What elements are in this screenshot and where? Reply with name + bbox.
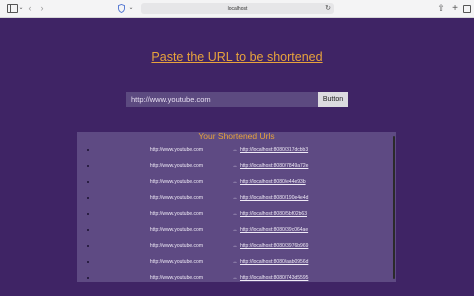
back-icon[interactable]: ‹ <box>26 3 34 14</box>
shield-icon[interactable] <box>117 3 125 14</box>
list-item: http://www.youtube.com ↔ http://localhost:… <box>77 241 396 251</box>
original-url: http://www.youtube.com <box>149 195 203 201</box>
original-url: http://www.youtube.com <box>149 243 203 249</box>
arrow-icon: ↔ <box>232 275 238 281</box>
original-url: http://www.youtube.com <box>149 275 203 281</box>
list-item: http://www.youtube.com ↔ http://localhost:… <box>77 209 396 219</box>
bullet-icon <box>87 245 89 247</box>
address-text: localhost <box>227 5 248 12</box>
list-item: http://www.youtube.com ↔ http://localhost:… <box>77 273 396 282</box>
arrow-icon: ↔ <box>232 147 238 153</box>
original-url: http://www.youtube.com <box>149 211 203 217</box>
shortened-urls-panel: Your Shortened Urls http://www.youtube.c… <box>77 132 396 282</box>
shorten-button[interactable]: Button <box>318 92 348 107</box>
address-bar[interactable]: localhost ↻ <box>141 3 334 14</box>
sidebar-icon[interactable] <box>5 3 19 14</box>
browser-toolbar: ⌄ ‹ › ⌄ localhost ↻ ⇧ + <box>0 0 474 18</box>
short-url-link[interactable]: http://localhost:8080/39c064ae <box>240 225 308 235</box>
list-item: http://www.youtube.com ↔ http://localhost:… <box>77 193 396 203</box>
bullet-icon <box>87 149 89 151</box>
short-url-link[interactable]: http://localhost:8080/3976b969 <box>240 241 308 251</box>
url-input[interactable] <box>126 92 318 107</box>
list-item: http://www.youtube.com ↔ http://localhost:… <box>77 257 396 267</box>
chevron-down-icon[interactable]: ⌄ <box>128 3 134 14</box>
scrollbar[interactable] <box>393 136 395 279</box>
short-url-link[interactable]: http://localhost:8080/317dcbb3 <box>240 145 308 155</box>
bullet-icon <box>87 261 89 263</box>
original-url: http://www.youtube.com <box>149 259 203 265</box>
new-tab-icon[interactable]: + <box>451 3 459 14</box>
shortened-urls-title: Your Shortened Urls <box>198 132 275 141</box>
short-url-link[interactable]: http://localhost:8080/743d5595 <box>240 273 308 282</box>
bullet-icon <box>87 213 89 215</box>
list-item: http://www.youtube.com ↔ http://localhost:… <box>77 177 396 187</box>
reload-icon[interactable]: ↻ <box>325 3 331 14</box>
short-url-link[interactable]: http://localhost:8080/aab0956d <box>240 257 308 267</box>
bullet-icon <box>87 277 89 279</box>
list-item: http://www.youtube.com ↔ http://localhost:… <box>77 225 396 235</box>
original-url: http://www.youtube.com <box>149 147 203 153</box>
arrow-icon: ↔ <box>232 259 238 265</box>
page-headline-link[interactable]: Paste the URL to be shortened <box>0 50 474 64</box>
arrow-icon: ↔ <box>232 163 238 169</box>
arrow-icon: ↔ <box>232 211 238 217</box>
arrow-icon: ↔ <box>232 243 238 249</box>
short-url-link[interactable]: http://localhost:8080/190e4e4d <box>240 193 308 203</box>
list-item: http://www.youtube.com ↔ http://localhost:… <box>77 161 396 171</box>
bullet-icon <box>87 165 89 167</box>
forward-icon[interactable]: › <box>38 3 46 14</box>
arrow-icon: ↔ <box>232 195 238 201</box>
arrow-icon: ↔ <box>232 227 238 233</box>
share-icon[interactable]: ⇧ <box>437 3 445 14</box>
original-url: http://www.youtube.com <box>149 179 203 185</box>
short-url-link[interactable]: http://localhost:8080/7849a72e <box>240 161 308 171</box>
short-url-link[interactable]: http://localhost:8080/5bf02b63 <box>240 209 307 219</box>
tabs-overview-icon[interactable] <box>463 3 471 14</box>
short-url-link[interactable]: http://localhost:8080/e44e93b <box>240 177 306 187</box>
original-url: http://www.youtube.com <box>149 163 203 169</box>
original-url: http://www.youtube.com <box>149 227 203 233</box>
list-item: http://www.youtube.com ↔ http://localhost:… <box>77 145 396 155</box>
bullet-icon <box>87 197 89 199</box>
bullet-icon <box>87 181 89 183</box>
chevron-down-icon[interactable]: ⌄ <box>18 3 24 14</box>
arrow-icon: ↔ <box>232 179 238 185</box>
bullet-icon <box>87 229 89 231</box>
